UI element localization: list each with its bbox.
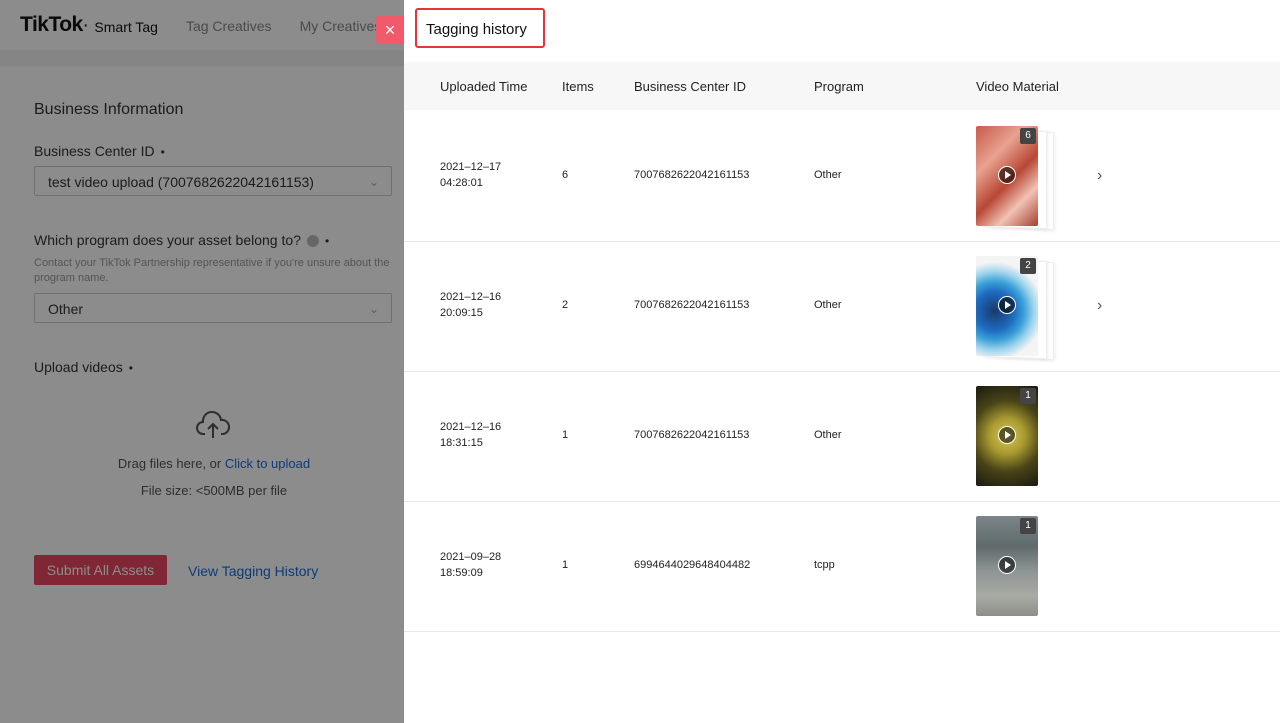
bc-id-value: 7007682622042161153	[634, 299, 750, 311]
video-thumbnail-stack[interactable]: 2	[976, 256, 1076, 361]
table-row[interactable]: 2021–12–17 04:28:01 6 7007682622042161153…	[404, 111, 1280, 242]
program-value: Other	[814, 169, 842, 181]
chevron-right-icon[interactable]: ›	[1097, 167, 1102, 185]
uploaded-time: 2021–12–16 20:09:15	[440, 291, 502, 319]
tagging-history-drawer: Tagging history Uploaded Time Items Busi…	[404, 0, 1280, 723]
items-count: 1	[562, 429, 569, 441]
item-count-badge: 6	[1020, 128, 1036, 144]
bc-id-value: 6994644029648404482	[634, 559, 751, 571]
col-program: Program	[814, 79, 864, 94]
table-row[interactable]: 2021–09–28 18:59:09 1 6994644029648404482…	[404, 501, 1280, 632]
video-thumbnail[interactable]: 6	[976, 126, 1038, 226]
program-value: Other	[814, 429, 842, 441]
video-thumbnail-stack[interactable]: 6	[976, 126, 1076, 231]
close-button[interactable]: ×	[376, 16, 404, 44]
table-header: Uploaded Time Items Business Center ID P…	[404, 62, 1280, 110]
play-icon	[998, 296, 1016, 314]
drawer-title: Tagging history	[426, 21, 527, 38]
program-value: Other	[814, 299, 842, 311]
bc-id-value: 7007682622042161153	[634, 169, 750, 181]
program-value: tcpp	[814, 559, 835, 571]
video-thumbnail[interactable]: 1	[976, 386, 1038, 486]
video-thumbnail-stack[interactable]: 1	[976, 516, 1076, 616]
video-thumbnail[interactable]: 1	[976, 516, 1038, 616]
item-count-badge: 1	[1020, 518, 1036, 534]
table-row[interactable]: 2021–12–16 18:31:15 1 7007682622042161153…	[404, 371, 1280, 502]
table-row[interactable]: 2021–12–16 20:09:15 2 7007682622042161153…	[404, 241, 1280, 372]
uploaded-time: 2021–12–16 18:31:15	[440, 421, 502, 449]
col-bc-id: Business Center ID	[634, 79, 746, 94]
video-thumbnail[interactable]: 2	[976, 256, 1038, 356]
items-count: 1	[562, 559, 569, 571]
video-thumbnail-stack[interactable]: 1	[976, 386, 1076, 486]
bc-id-value: 7007682622042161153	[634, 429, 750, 441]
uploaded-time: 2021–09–28 18:59:09	[440, 551, 502, 579]
item-count-badge: 1	[1020, 388, 1036, 404]
chevron-right-icon[interactable]: ›	[1097, 297, 1102, 315]
items-count: 2	[562, 299, 569, 311]
item-count-badge: 2	[1020, 258, 1036, 274]
items-count: 6	[562, 169, 569, 181]
play-icon	[998, 166, 1016, 184]
play-icon	[998, 556, 1016, 574]
col-uploaded-time: Uploaded Time	[440, 79, 528, 94]
play-icon	[998, 426, 1016, 444]
uploaded-time: 2021–12–17 04:28:01	[440, 161, 502, 189]
col-video-material: Video Material	[976, 79, 1059, 94]
col-items: Items	[562, 79, 594, 94]
